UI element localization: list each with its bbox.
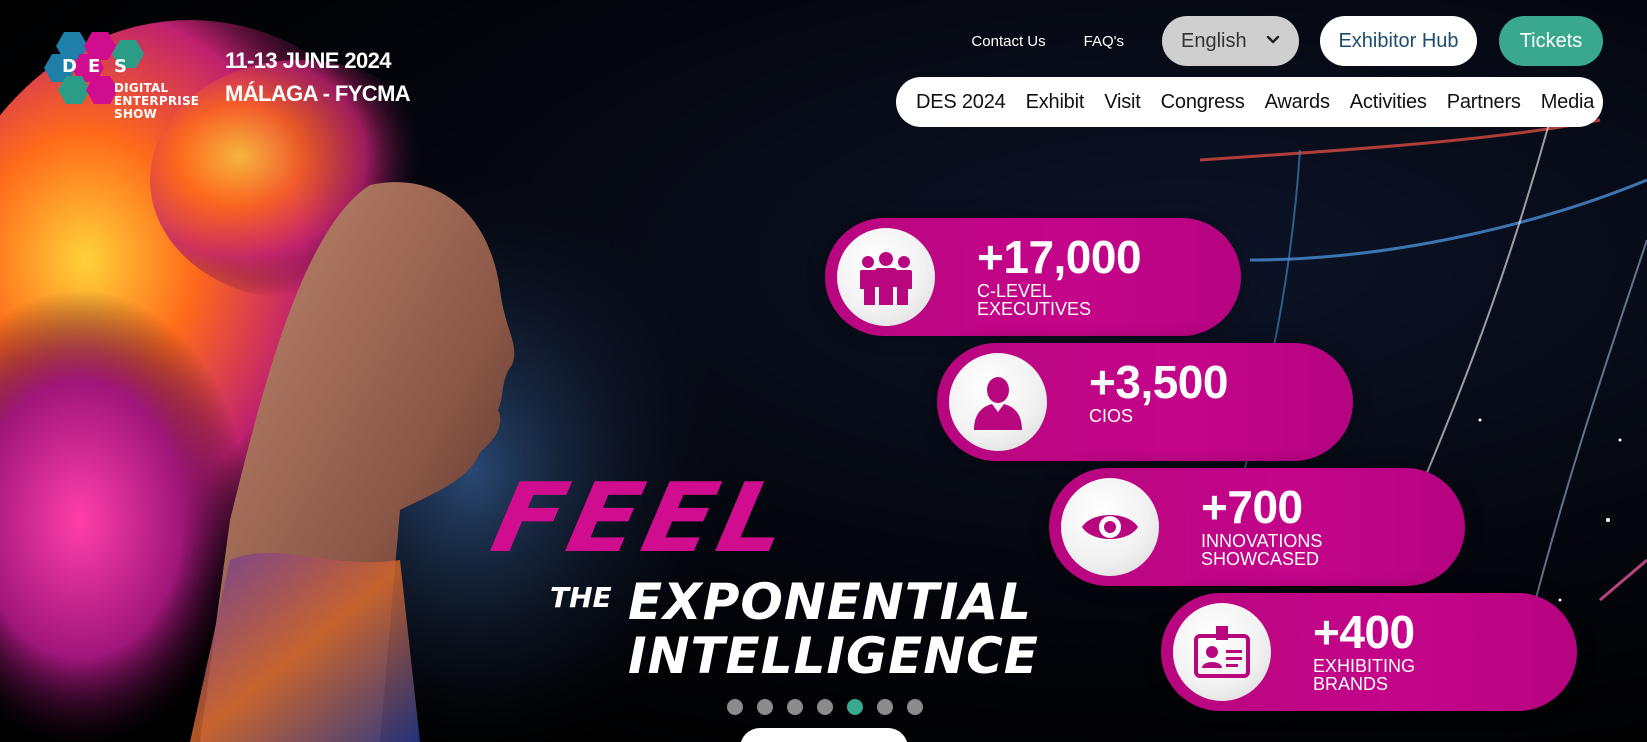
nav-item-awards[interactable]: Awards [1265, 91, 1330, 114]
stat-label-line: EXHIBITING [1313, 656, 1416, 676]
stat-card-innovations: +700 INNOVATIONS SHOWCASED [1049, 468, 1465, 586]
language-select[interactable]: English [1162, 16, 1299, 66]
person-icon [974, 377, 1022, 430]
slogan-line-1: EXPONENTIAL [628, 573, 1032, 631]
logo-letter-e: E [88, 56, 100, 77]
nav-item-visit[interactable]: Visit [1104, 91, 1141, 114]
nav-item-partners[interactable]: Partners [1447, 91, 1521, 114]
stat-card-brands: +400 EXHIBITING BRANDS [1161, 593, 1577, 711]
carousel-dot[interactable] [817, 699, 833, 715]
nav-item-congress[interactable]: Congress [1161, 91, 1245, 114]
nav-item-des-2024[interactable]: DES 2024 [916, 91, 1006, 114]
stat-number: +400 [1313, 606, 1415, 658]
stat-label-line: SHOWCASED [1201, 549, 1320, 569]
stat-label: CIOS [1089, 407, 1133, 425]
stat-label-line: INNOVATIONS [1201, 531, 1323, 551]
stat-icon-circle [837, 228, 935, 326]
id-badge-icon [1194, 626, 1250, 678]
hero-cta-button[interactable] [740, 728, 908, 742]
chevron-down-icon [1266, 35, 1280, 44]
main-navigation: DES 2024 Exhibit Visit Congress Awards A… [896, 77, 1603, 127]
carousel-dot[interactable] [907, 699, 923, 715]
nav-item-media[interactable]: Media [1541, 91, 1595, 114]
nav-item-activities[interactable]: Activities [1350, 91, 1427, 114]
stat-icon-circle [949, 353, 1047, 451]
stat-card-executives: +17,000 C-LEVEL EXECUTIVES [825, 218, 1241, 336]
slogan-the: THE [550, 581, 612, 614]
logo-letter-s: S [114, 56, 127, 77]
language-value: English [1181, 29, 1247, 52]
logo-line: SHOW [114, 107, 157, 121]
stat-icon-circle [1173, 603, 1271, 701]
eye-icon [1082, 515, 1138, 539]
logo-wordmark: DIGITAL ENTERPRISE SHOW [114, 82, 199, 121]
stat-card-cios: +3,500 CIOS [937, 343, 1353, 461]
stat-label: INNOVATIONS SHOWCASED [1201, 532, 1322, 568]
contact-us-link[interactable]: Contact Us [971, 33, 1045, 50]
carousel-dot[interactable] [847, 699, 863, 715]
stat-label-line: BRANDS [1313, 674, 1389, 694]
stat-number: +17,000 [977, 231, 1142, 283]
carousel-dot[interactable] [727, 699, 743, 715]
stat-icon-circle [1061, 478, 1159, 576]
hero-banner: D E S DIGITAL ENTERPRISE SHOW 11-13 JUNE… [0, 0, 1647, 742]
nav-item-exhibit[interactable]: Exhibit [1026, 91, 1085, 114]
carousel-dot[interactable] [877, 699, 893, 715]
carousel-dot[interactable] [787, 699, 803, 715]
carousel-dot[interactable] [757, 699, 773, 715]
carousel-pagination [727, 699, 937, 715]
event-location: MÁLAGA - FYCMA [225, 81, 411, 106]
event-info: 11-13 JUNE 2024 MÁLAGA - FYCMA [225, 44, 411, 110]
stat-label-line: CIOS [1089, 406, 1134, 426]
stat-label: EXHIBITING BRANDS [1313, 657, 1415, 693]
stat-number: +3,500 [1089, 356, 1228, 408]
logo-letter-d: D [62, 56, 77, 77]
exhibitor-hub-button[interactable]: Exhibitor Hub [1320, 16, 1477, 66]
group-icon [859, 252, 913, 305]
slogan-line-2: INTELLIGENCE [628, 627, 1039, 685]
slogan-feel: FEEL [482, 461, 803, 574]
stat-label-line: C-LEVEL [977, 281, 1053, 301]
top-utility-bar: Contact Us FAQ's English Exhibitor Hub T… [971, 16, 1603, 66]
faqs-link[interactable]: FAQ's [1084, 33, 1124, 50]
stat-number: +700 [1201, 481, 1303, 533]
event-dates: 11-13 JUNE 2024 [225, 48, 392, 73]
stat-label-line: EXECUTIVES [977, 299, 1092, 319]
tickets-button[interactable]: Tickets [1499, 16, 1603, 66]
des-logo[interactable]: D E S DIGITAL ENTERPRISE SHOW [44, 30, 199, 125]
stat-label: C-LEVEL EXECUTIVES [977, 282, 1091, 318]
